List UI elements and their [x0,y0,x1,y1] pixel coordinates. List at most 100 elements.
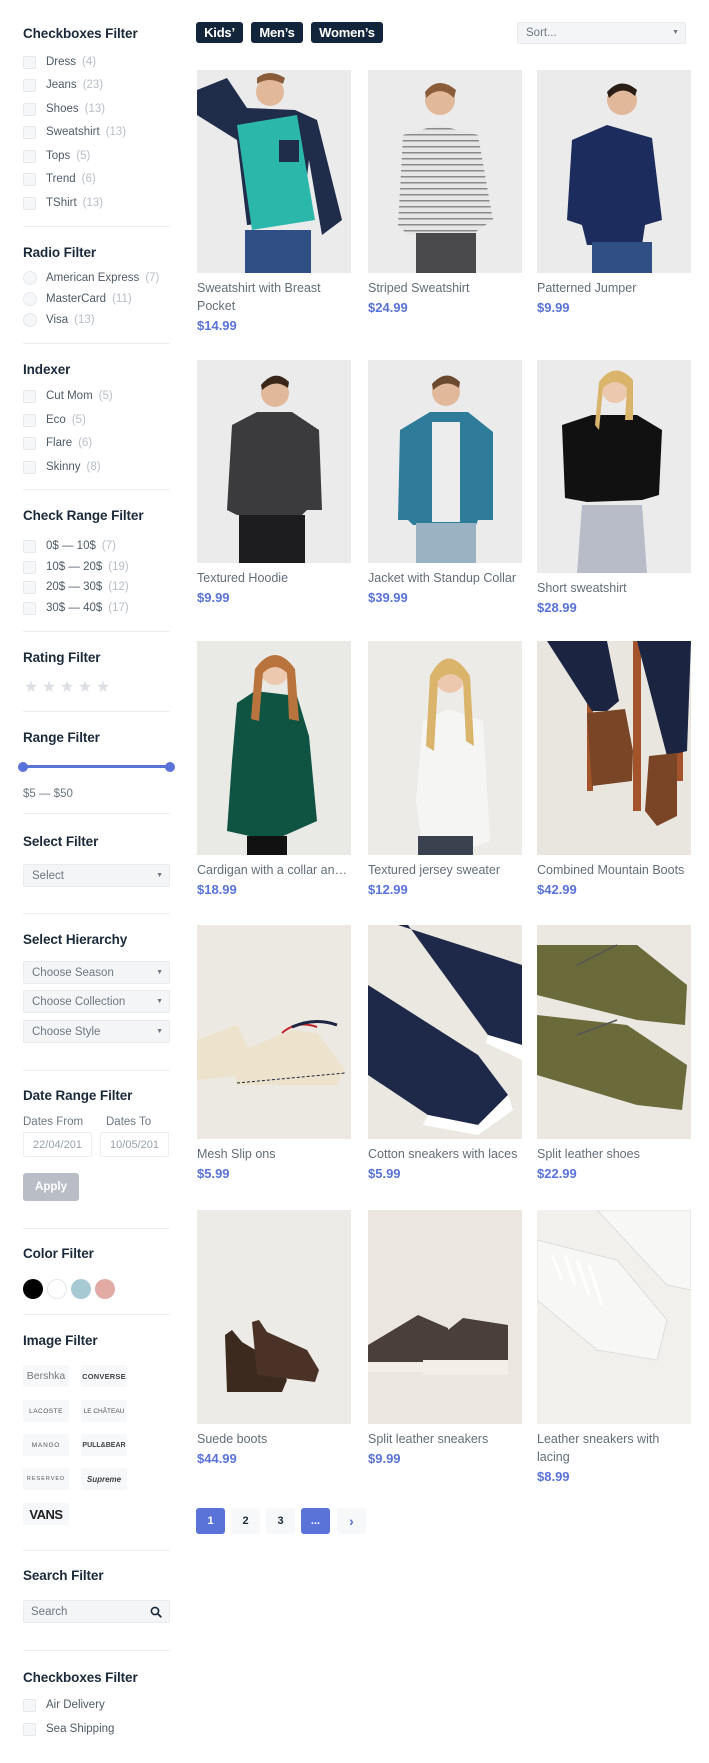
brand-logo-mango[interactable]: MANGO [23,1434,69,1456]
product-name[interactable]: Textured Hoodie [197,569,351,587]
category-button-mens[interactable]: Men’s [251,22,303,43]
product-name[interactable]: Split leather sneakers [368,1430,522,1448]
search-icon[interactable] [150,1606,162,1618]
radio[interactable] [23,292,37,306]
star-icon[interactable]: ★ [59,680,75,696]
product-name[interactable]: Striped Sweatshirt [368,279,522,297]
sort-select[interactable]: Sort... ▼ [517,22,686,44]
checkbox-option-tops[interactable]: Tops (5) [23,148,90,164]
product-name[interactable]: Mesh Slip ons [197,1145,351,1163]
indexer-option-eco[interactable]: Eco (5) [23,412,86,428]
checkbox[interactable] [23,539,36,553]
radio-option-mastercard[interactable]: MasterCard (11) [23,291,132,307]
product-image[interactable] [197,925,351,1139]
product-card[interactable]: Patterned Jumper $9.99 [537,70,691,317]
checkbox[interactable] [23,125,36,139]
product-name[interactable]: Split leather shoes [537,1145,691,1163]
brand-logo-lacoste[interactable]: LACOSTE [23,1400,69,1422]
product-name[interactable]: Leather sneakers with lacing [537,1430,691,1466]
category-button-womens[interactable]: Women’s [311,22,383,43]
collection-select[interactable]: Choose Collection ▼ [23,990,170,1013]
product-card[interactable]: Mesh Slip ons $5.99 [197,925,351,1183]
checkbox[interactable] [23,78,36,92]
select-dropdown[interactable]: Select ▼ [23,864,170,887]
product-card[interactable]: Short sweatshirt $28.99 [537,360,691,617]
color-swatch-white[interactable] [47,1279,67,1299]
checkbox[interactable] [23,389,36,403]
product-image[interactable] [368,360,522,563]
product-card[interactable]: Leather sneakers with lacing $8.99 [537,1210,691,1486]
checkbox[interactable] [23,149,36,163]
checkbox-option-air-delivery[interactable]: Air Delivery [23,1697,105,1713]
checkbox[interactable] [23,172,36,186]
product-image[interactable] [537,1210,691,1424]
range-option-0-10[interactable]: 0$ — 10$ (7) [23,538,116,554]
radio[interactable] [23,313,37,327]
product-name[interactable]: Patterned Jumper [537,279,691,297]
brand-logo-reserved[interactable]: RESERVED [23,1468,69,1490]
star-icon[interactable]: ★ [41,680,57,696]
checkbox[interactable] [23,1722,36,1736]
product-card[interactable]: Cardigan with a collar and... $18.99 [197,641,351,899]
star-icon[interactable]: ★ [77,680,93,696]
product-image[interactable] [197,360,351,563]
product-card[interactable]: Split leather shoes $22.99 [537,925,691,1183]
product-name[interactable]: Combined Mountain Boots [537,861,691,879]
color-swatch-pink[interactable] [95,1279,115,1299]
checkbox[interactable] [23,436,36,450]
checkbox-option-dress[interactable]: Dress (4) [23,54,96,70]
page-3-button[interactable]: 3 [266,1508,295,1534]
indexer-option-skinny[interactable]: Skinny (8) [23,459,101,475]
product-card[interactable]: Split leather sneakers $9.99 [368,1210,522,1468]
range-option-10-20[interactable]: 10$ — 20$ (19) [23,559,129,575]
product-image[interactable] [537,360,691,573]
brand-logo-converse[interactable]: CONVERSE [81,1365,127,1387]
season-select[interactable]: Choose Season ▼ [23,961,170,984]
range-option-20-30[interactable]: 20$ — 30$ (12) [23,579,129,595]
product-card[interactable]: Textured jersey sweater $12.99 [368,641,522,899]
page-1-button[interactable]: 1 [196,1508,225,1534]
checkbox-option-sweatshirt[interactable]: Sweatshirt (13) [23,124,126,140]
product-name[interactable]: Jacket with Standup Collar [368,569,522,587]
product-image[interactable] [537,70,691,273]
product-card[interactable]: Cotton sneakers with laces $5.99 [368,925,522,1183]
radio[interactable] [23,271,37,285]
radio-option-american-express[interactable]: American Express (7) [23,270,159,286]
checkbox-option-tshirt[interactable]: TShirt (13) [23,195,103,211]
checkbox[interactable] [23,560,36,574]
indexer-option-flare[interactable]: Flare (6) [23,435,92,451]
product-name[interactable]: Short sweatshirt [537,579,691,597]
checkbox[interactable] [23,1698,36,1712]
product-image[interactable] [537,641,691,855]
product-card[interactable]: Suede boots $44.99 [197,1210,351,1468]
indexer-option-cut-mom[interactable]: Cut Mom (5) [23,388,113,404]
search-input[interactable]: Search [23,1600,170,1623]
brand-logo-pull-and-bear[interactable]: PULL&BEAR [81,1434,127,1456]
star-icon[interactable]: ★ [23,680,39,696]
page-2-button[interactable]: 2 [231,1508,260,1534]
checkbox[interactable] [23,413,36,427]
color-swatch-light-blue[interactable] [71,1279,91,1299]
product-card[interactable]: Striped Sweatshirt $24.99 [368,70,522,317]
range-slider-max-handle[interactable] [165,762,175,772]
checkbox[interactable] [23,102,36,116]
product-card[interactable]: Sweatshirt with Breast Pocket $14.99 [197,70,351,335]
range-slider-min-handle[interactable] [18,762,28,772]
checkbox-option-jeans[interactable]: Jeans (23) [23,77,103,93]
product-image[interactable] [197,70,351,273]
page-ellipsis-button[interactable]: ... [301,1508,330,1534]
product-image[interactable] [197,1210,351,1424]
product-name[interactable]: Sweatshirt with Breast Pocket [197,279,351,315]
product-name[interactable]: Textured jersey sweater [368,861,522,879]
product-image[interactable] [368,1210,522,1424]
product-image[interactable] [368,70,522,273]
checkbox[interactable] [23,55,36,69]
product-name[interactable]: Suede boots [197,1430,351,1448]
checkbox-option-trend[interactable]: Trend (6) [23,171,96,187]
date-to-input[interactable]: 10/05/201 [100,1132,169,1157]
product-name[interactable]: Cardigan with a collar and... [197,861,351,879]
color-swatch-black[interactable] [23,1279,43,1299]
product-card[interactable]: Jacket with Standup Collar $39.99 [368,360,522,607]
product-image[interactable] [537,925,691,1139]
product-card[interactable]: Textured Hoodie $9.99 [197,360,351,607]
